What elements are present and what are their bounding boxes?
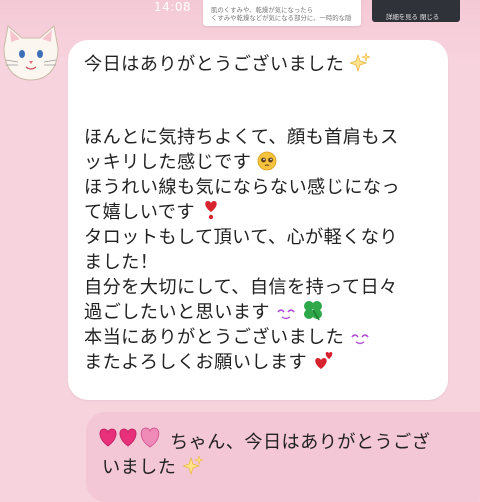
status-time: 14:08: [154, 0, 192, 14]
pleading-face-icon: [258, 151, 277, 171]
outgoing-message-bubble[interactable]: ちゃん、今日はありがとうござ いました: [86, 412, 480, 502]
pink-hearts-icon: [96, 422, 168, 454]
message-text: 過ごしたいと思います: [84, 302, 270, 323]
message-text: 本当にありがとうございました: [84, 327, 345, 348]
message-line-4: ほんとに気持ちよくて、顔も首肩もス: [84, 127, 399, 148]
message-line-13: またよろしくお願いします: [84, 348, 335, 374]
smiling-eyes-icon: [277, 309, 295, 320]
message-line-6: ほうれい線も気にならない感じになっ: [84, 177, 400, 198]
sparkles-icon: [350, 53, 371, 73]
message-text: またよろしくお願いします: [84, 352, 308, 373]
incoming-message-bubble[interactable]: 今日はありがとうございました ほんとに気持ちよくて、顔も首肩もス ッキリした感じ…: [68, 40, 448, 400]
message-text: て嬉しいです: [84, 202, 195, 223]
message-line-11: 過ごしたいと思います: [84, 298, 324, 324]
message-line-10: 自分を大切にして、自信を持って日々: [84, 277, 398, 298]
white-cat-avatar-icon[interactable]: [0, 18, 62, 88]
message-line-12: 本当にありがとうございました: [84, 323, 370, 349]
message-line-9: ました！: [84, 252, 159, 273]
two-hearts-icon: [315, 352, 333, 369]
background-preview-card: 肌のくすみや、乾燥が気になったら くすみや乾燥などが気になる部分に、一時的な隠: [203, 0, 361, 26]
sparkles-icon: [182, 456, 203, 476]
message-line-8: タロットもして頂いて、心が軽くなり: [84, 227, 398, 248]
outgoing-line-1: ちゃん、今日はありがとうござ: [170, 432, 431, 453]
message-line-5: ッキリした感じです: [84, 148, 277, 174]
four-leaf-clover-icon: [304, 301, 323, 321]
red-heart-exclamation-icon: [205, 201, 217, 220]
message-text: 今日はありがとうございました: [84, 54, 345, 75]
message-text: いました: [102, 457, 177, 478]
smiling-eyes-icon: [351, 334, 370, 345]
message-text: ッキリした感じです: [84, 152, 252, 173]
message-line-7: て嬉しいです: [84, 198, 221, 224]
dark-card-text: 詳細を見る 閉じる: [386, 13, 440, 21]
preview-line: くすみや乾燥などが気になる部分に、一時的な隠: [211, 14, 352, 22]
background-dark-card: 詳細を見る 閉じる: [372, 0, 460, 22]
message-line-1: 今日はありがとうございました: [84, 50, 371, 76]
outgoing-line-2: いました: [102, 453, 203, 479]
